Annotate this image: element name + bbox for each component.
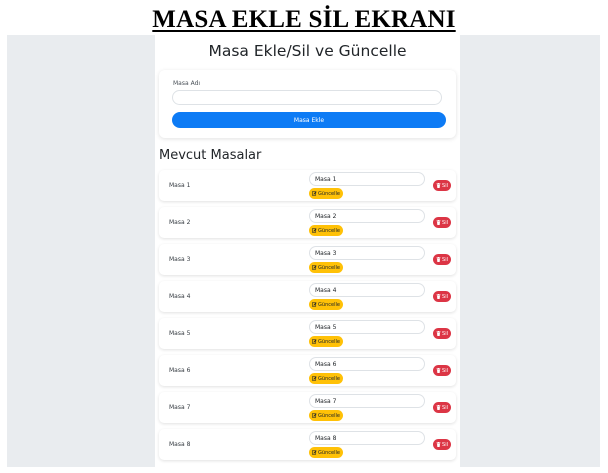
table-row: Masa 1 Güncelle Sil [159,170,456,201]
table-name: Masa 7 [169,404,191,411]
main-panel: Masa Ekle/Sil ve Güncelle Masa Adı Masa … [155,35,460,467]
table-name: Masa 5 [169,330,191,337]
table-name: Masa 1 [169,182,191,189]
update-button[interactable]: Güncelle [309,188,343,199]
update-button-label: Güncelle [318,338,340,345]
table-row: Masa 5 Güncelle Sil [159,318,456,349]
trash-icon [436,442,441,447]
page-title: Masa Ekle/Sil ve Güncelle [208,42,407,60]
delete-button[interactable]: Sil [433,402,451,413]
table-name-edit-input[interactable] [309,394,425,408]
table-row: Masa 6 Güncelle Sil [159,355,456,386]
delete-button[interactable]: Sil [433,291,451,302]
add-table-button[interactable]: Masa Ekle [172,112,446,128]
table-name-edit-input[interactable] [309,357,425,371]
table-name-edit-input[interactable] [309,431,425,445]
update-button[interactable]: Güncelle [309,410,343,421]
table-row: Masa 2 Güncelle Sil [159,207,456,238]
delete-button-label: Sil [442,404,448,411]
table-row: Masa 7 Güncelle Sil [159,392,456,423]
trash-icon [436,183,441,188]
update-button-label: Güncelle [318,227,340,234]
update-button[interactable]: Güncelle [309,373,343,384]
edit-icon [312,265,317,270]
delete-button-label: Sil [442,219,448,226]
update-button-label: Güncelle [318,190,340,197]
delete-button[interactable]: Sil [433,217,451,228]
table-name: Masa 8 [169,441,191,448]
update-button[interactable]: Güncelle [309,299,343,310]
trash-icon [436,405,441,410]
table-name-edit-input[interactable] [309,320,425,334]
table-name-edit-input[interactable] [309,246,425,260]
trash-icon [436,368,441,373]
edit-icon [312,302,317,307]
delete-button-label: Sil [442,441,448,448]
table-row: Masa 8 Güncelle Sil [159,429,456,460]
trash-icon [436,331,441,336]
table-row: Masa 3 Güncelle Sil [159,244,456,275]
document-title: MASA EKLE SİL EKRANI [152,6,456,33]
delete-button[interactable]: Sil [433,328,451,339]
table-name-input[interactable] [172,90,442,105]
delete-button[interactable]: Sil [433,254,451,265]
table-name-label: Masa Adı [173,80,201,87]
add-table-card: Masa Adı Masa Ekle [159,70,456,138]
trash-icon [436,220,441,225]
update-button[interactable]: Güncelle [309,336,343,347]
edit-icon [312,450,317,455]
section-title: Mevcut Masalar [159,148,262,163]
table-name: Masa 2 [169,219,191,226]
edit-icon [312,191,317,196]
update-button-label: Güncelle [318,412,340,419]
delete-button-label: Sil [442,330,448,337]
table-name: Masa 6 [169,367,191,374]
delete-button[interactable]: Sil [433,439,451,450]
update-button-label: Güncelle [318,449,340,456]
delete-button-label: Sil [442,182,448,189]
table-name-edit-input[interactable] [309,172,425,186]
table-name: Masa 4 [169,293,191,300]
app-screenshot: Masa Ekle/Sil ve Güncelle Masa Adı Masa … [7,35,600,467]
table-name-edit-input[interactable] [309,283,425,297]
update-button-label: Güncelle [318,375,340,382]
edit-icon [312,339,317,344]
update-button[interactable]: Güncelle [309,225,343,236]
delete-button[interactable]: Sil [433,365,451,376]
edit-icon [312,413,317,418]
table-row: Masa 4 Güncelle Sil [159,281,456,312]
delete-button-label: Sil [442,367,448,374]
table-name-edit-input[interactable] [309,209,425,223]
update-button-label: Güncelle [318,264,340,271]
delete-button[interactable]: Sil [433,180,451,191]
edit-icon [312,376,317,381]
update-button-label: Güncelle [318,301,340,308]
delete-button-label: Sil [442,293,448,300]
edit-icon [312,228,317,233]
delete-button-label: Sil [442,256,448,263]
update-button[interactable]: Güncelle [309,262,343,273]
trash-icon [436,257,441,262]
table-name: Masa 3 [169,256,191,263]
update-button[interactable]: Güncelle [309,447,343,458]
trash-icon [436,294,441,299]
